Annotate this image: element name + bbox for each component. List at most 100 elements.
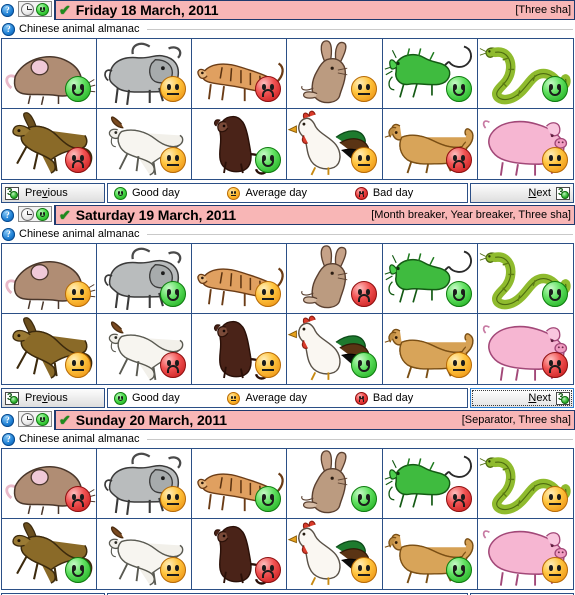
- legend-label: Average day: [245, 392, 308, 404]
- previous-button[interactable]: Previous: [1, 183, 105, 203]
- animal-cell-goat[interactable]: [97, 109, 193, 179]
- previous-button[interactable]: Previous: [1, 388, 105, 408]
- animal-cell-snake[interactable]: [477, 39, 573, 109]
- help-circle-icon[interactable]: ?: [1, 3, 14, 17]
- animal-cell-goat[interactable]: [97, 519, 193, 589]
- animal-cell-rooster[interactable]: [287, 519, 383, 589]
- animal-grid: [1, 243, 574, 385]
- animal-cell-horse[interactable]: [2, 109, 98, 179]
- help-button[interactable]: ?: [0, 410, 18, 430]
- animal-cell-pig[interactable]: [477, 519, 573, 589]
- day-panel-1: ? ✔ Friday 18 March, 2011 [Three sha] ? …: [0, 0, 575, 203]
- day-titlebar: ? ✔ Saturday 19 March, 2011 [Month break…: [0, 205, 575, 225]
- help-circle-icon[interactable]: ?: [2, 432, 15, 446]
- animal-cell-dragon[interactable]: [382, 244, 478, 314]
- subtitle-divider: [147, 28, 573, 30]
- clock-icon[interactable]: [21, 2, 34, 16]
- next-button[interactable]: Next: [470, 388, 574, 408]
- animal-cell-horse[interactable]: [2, 314, 98, 384]
- animal-cell-monkey[interactable]: [192, 314, 288, 384]
- rating-badge-good: [65, 557, 92, 583]
- animal-cell-ox[interactable]: [97, 449, 193, 519]
- animal-cell-rabbit[interactable]: [287, 244, 383, 314]
- next-button-label: Next: [528, 187, 551, 199]
- rating-badge-good: [541, 76, 568, 102]
- animal-cell-tiger[interactable]: [192, 449, 288, 519]
- help-circle-icon[interactable]: ?: [2, 227, 15, 241]
- animal-cell-rat[interactable]: [2, 39, 98, 109]
- animal-cell-monkey[interactable]: [192, 519, 288, 589]
- animal-cell-dog[interactable]: [382, 519, 478, 589]
- check-mark-icon: ✔: [59, 206, 71, 223]
- animal-cell-rat[interactable]: [2, 244, 98, 314]
- legend-item-avg: Average day: [227, 391, 308, 405]
- day-title-bar[interactable]: ✔ Friday 18 March, 2011 [Three sha]: [54, 0, 575, 20]
- rating-badge-bad: [541, 352, 568, 378]
- previous-button-label: Previous: [25, 187, 68, 199]
- rating-badge-bad: [445, 486, 472, 512]
- legend-smiley-good-icon: [114, 391, 127, 405]
- animal-cell-snake[interactable]: [477, 449, 573, 519]
- calendar-forward-icon: [556, 391, 570, 405]
- help-button[interactable]: ?: [0, 205, 18, 225]
- animal-cell-pig[interactable]: [477, 109, 573, 179]
- day-date-label: Sunday 20 March, 2011: [75, 412, 227, 428]
- animal-cell-tiger[interactable]: [192, 39, 288, 109]
- rating-badge-avg: [541, 557, 568, 583]
- animal-cell-horse[interactable]: [2, 519, 98, 589]
- help-circle-icon[interactable]: ?: [2, 22, 15, 36]
- check-mark-icon: ✔: [59, 1, 71, 18]
- animal-cell-rabbit[interactable]: [287, 449, 383, 519]
- help-circle-icon[interactable]: ?: [1, 413, 14, 427]
- rating-legend: Good day Average day Bad day: [107, 183, 468, 203]
- animal-cell-goat[interactable]: [97, 314, 193, 384]
- day-icon-group[interactable]: [18, 206, 52, 222]
- green-smiley-icon[interactable]: [36, 412, 49, 426]
- animal-cell-monkey[interactable]: [192, 109, 288, 179]
- rating-badge-avg: [445, 352, 472, 378]
- panel-footer: Previous Good day Average day Bad day Next: [1, 183, 574, 203]
- animal-cell-dragon[interactable]: [382, 449, 478, 519]
- legend-smiley-avg-icon: [227, 186, 241, 200]
- legend-smiley-bad-icon: [354, 186, 368, 200]
- green-smiley-icon[interactable]: [36, 207, 49, 221]
- day-tags-label: [Month breaker, Year breaker, Three sha]: [371, 209, 571, 221]
- animal-cell-rooster[interactable]: [287, 109, 383, 179]
- animal-cell-dragon[interactable]: [382, 39, 478, 109]
- section-subtitle: ? Chinese animal almanac: [0, 225, 575, 243]
- previous-button-label: Previous: [25, 392, 68, 404]
- help-button[interactable]: ?: [0, 0, 18, 20]
- day-title-bar[interactable]: ✔ Sunday 20 March, 2011 [Separator, Thre…: [54, 410, 575, 430]
- animal-cell-ox[interactable]: [97, 39, 193, 109]
- animal-cell-rabbit[interactable]: [287, 39, 383, 109]
- day-panel-3: ? ✔ Sunday 20 March, 2011 [Separator, Th…: [0, 410, 575, 595]
- animal-cell-pig[interactable]: [477, 314, 573, 384]
- day-titlebar: ? ✔ Sunday 20 March, 2011 [Separator, Th…: [0, 410, 575, 430]
- animal-cell-rat[interactable]: [2, 449, 98, 519]
- day-icon-group[interactable]: [18, 1, 52, 17]
- clock-icon[interactable]: [21, 207, 34, 221]
- animal-grid: [1, 38, 574, 180]
- rating-badge-avg: [65, 352, 92, 378]
- green-smiley-icon[interactable]: [36, 2, 49, 16]
- rating-badge-bad: [350, 281, 377, 307]
- legend-item-avg: Average day: [227, 186, 307, 200]
- animal-cell-dog[interactable]: [382, 109, 478, 179]
- animal-cell-snake[interactable]: [477, 244, 573, 314]
- rating-badge-bad: [65, 147, 92, 173]
- day-icon-group[interactable]: [18, 411, 52, 427]
- day-title-bar[interactable]: ✔ Saturday 19 March, 2011 [Month breaker…: [54, 205, 575, 225]
- help-circle-icon[interactable]: ?: [1, 208, 14, 222]
- rating-badge-good: [445, 76, 472, 102]
- legend-item-bad: Bad day: [354, 186, 413, 200]
- animal-cell-dog[interactable]: [382, 314, 478, 384]
- rating-badge-good: [445, 281, 472, 307]
- rating-legend: Good day Average day Bad day: [107, 388, 468, 408]
- animal-cell-rooster[interactable]: [287, 314, 383, 384]
- animal-cell-ox[interactable]: [97, 244, 193, 314]
- clock-icon[interactable]: [21, 412, 34, 426]
- next-button[interactable]: Next: [470, 183, 574, 203]
- legend-item-good: Good day: [114, 186, 180, 200]
- animal-cell-tiger[interactable]: [192, 244, 288, 314]
- legend-label: Good day: [132, 392, 180, 404]
